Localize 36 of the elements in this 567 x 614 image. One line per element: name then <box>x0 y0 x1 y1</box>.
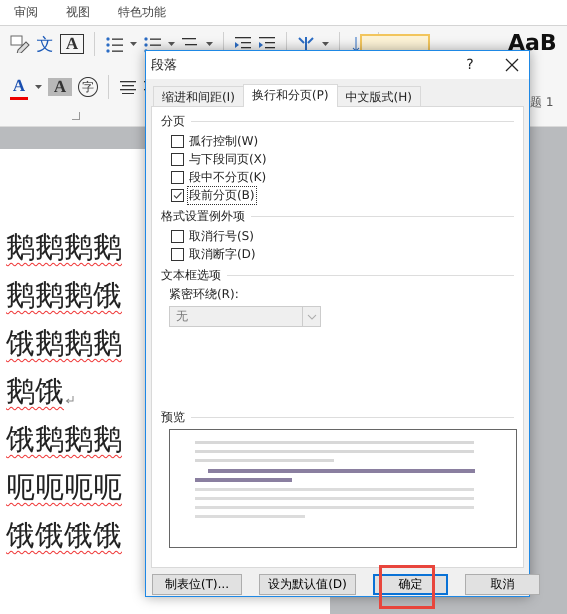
phonetic-guide-icon[interactable]: 文 <box>36 33 54 55</box>
tab[interactable]: 中文版式(H) <box>336 86 421 106</box>
text-line: 鹅鹅鹅饿 <box>5 279 122 314</box>
style-sample[interactable]: AaB <box>508 32 557 56</box>
section-title: 文本框选项 <box>161 266 221 284</box>
checkbox-label: 取消行号(S) <box>188 228 255 244</box>
style-name: 题 1 <box>530 94 554 111</box>
enclosed-character-icon[interactable]: 字 <box>78 77 98 97</box>
field-label: 紧密环绕(R): <box>168 286 240 303</box>
checkbox-label: 孤行控制(W) <box>188 132 260 150</box>
dialog-button[interactable]: 取消 <box>465 574 540 595</box>
text-line: 鹅饿 <box>5 375 64 410</box>
window-title: 段落 <box>151 57 178 74</box>
menu-tab[interactable]: 视图 <box>66 4 90 21</box>
tab[interactable]: 缩进和间距(I) <box>153 86 244 106</box>
checkbox-label: 取消断字(D) <box>188 246 257 262</box>
text-line: 鹅鹅鹅鹅 <box>5 231 122 266</box>
dialog-button[interactable]: 制表位(T)... <box>152 574 242 595</box>
character-shading-icon[interactable]: A <box>48 78 72 96</box>
help-button[interactable]: ? <box>455 57 485 73</box>
section-title: 格式设置例外项 <box>161 208 245 224</box>
checkbox-label: 与下段同页(X) <box>188 150 268 168</box>
text-line: 饿鹅鹅鹅 <box>5 423 122 458</box>
section-title: 预览 <box>161 408 185 426</box>
checkbox-label: 段中不分页(K) <box>188 168 268 186</box>
text-line: 饿饿饿饿 <box>5 519 122 554</box>
menu-tab[interactable]: 特色功能 <box>118 4 166 21</box>
dialog-button[interactable]: 设为默认值(D) <box>259 574 356 595</box>
dialog-button[interactable]: 确定 <box>373 574 448 595</box>
character-border-icon[interactable]: A <box>60 34 84 54</box>
section-title: 分页 <box>161 112 185 130</box>
tab[interactable]: 换行和分页(P) <box>242 84 338 107</box>
text-line: 饿鹅鹅鹅 <box>5 327 122 362</box>
menu-tab[interactable]: 审阅 <box>14 4 38 21</box>
text-line: 呃呃呃呃 <box>5 471 122 506</box>
checkbox-label: 段前分页(B) <box>187 186 257 204</box>
